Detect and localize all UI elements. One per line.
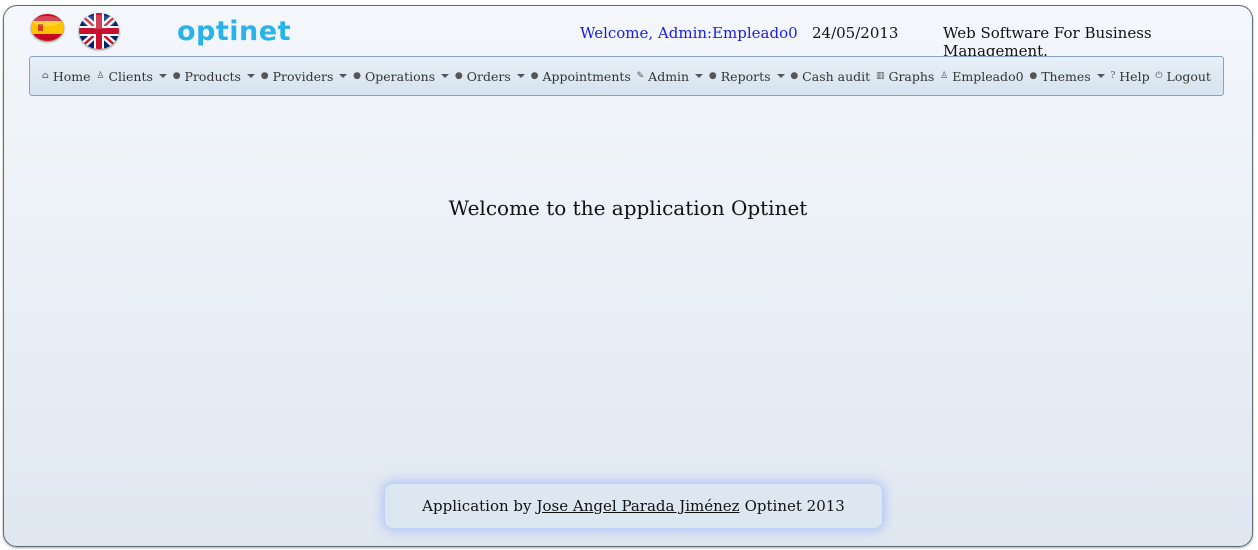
- home-icon: ⌂: [42, 71, 49, 81]
- nav-reports[interactable]: ● Reports: [709, 69, 785, 84]
- chevron-down-icon: [246, 74, 255, 78]
- nav-clients[interactable]: ♙ Clients: [96, 69, 167, 84]
- nav-products[interactable]: ● Products: [173, 69, 255, 84]
- nav-label: Themes: [1041, 68, 1091, 84]
- nav-user-profile[interactable]: ♙ Empleado0: [940, 69, 1023, 84]
- nav-label: Logout: [1166, 68, 1211, 84]
- welcome-text: Welcome, Admin:Empleado0: [580, 24, 798, 42]
- nav-orders[interactable]: ● Orders: [455, 69, 525, 84]
- chart-icon: ▥: [875, 71, 885, 81]
- bullet-icon: ●: [790, 71, 799, 81]
- nav-admin[interactable]: ✎ Admin: [636, 68, 704, 84]
- chevron-down-icon: [695, 74, 704, 78]
- nav-label: Home: [52, 68, 91, 84]
- help-icon: ?: [1110, 71, 1116, 81]
- bullet-icon: ●: [530, 71, 539, 81]
- nav-label: Operations: [365, 68, 436, 84]
- bullet-icon: ●: [708, 71, 717, 81]
- nav-label: Reports: [720, 68, 771, 84]
- nav-graphs[interactable]: ▥ Graphs: [876, 69, 934, 84]
- chevron-down-icon: [158, 74, 167, 78]
- bullet-icon: ●: [260, 71, 269, 81]
- nav-label: Providers: [272, 68, 334, 84]
- nav-themes[interactable]: ● Themes: [1029, 68, 1105, 84]
- bullet-icon: ●: [353, 71, 362, 81]
- bullet-icon: ●: [1029, 71, 1038, 81]
- chevron-down-icon: [776, 74, 785, 78]
- nav-label: Help: [1119, 68, 1150, 84]
- nav-label: Clients: [108, 68, 153, 84]
- current-date: 24/05/2013: [812, 24, 899, 42]
- nav-operations[interactable]: ● Operations: [353, 68, 450, 84]
- nav-label: Empleado0: [952, 68, 1024, 84]
- tagline: Web Software For Business Management.: [943, 24, 1152, 60]
- wrench-icon: ✎: [636, 71, 645, 81]
- nav-cash-audit[interactable]: ● Cash audit: [790, 69, 870, 84]
- spanish-flag-icon[interactable]: [31, 14, 64, 41]
- page-title: Welcome to the application Optinet: [448, 196, 808, 220]
- user-icon: ♙: [940, 71, 949, 81]
- bullet-icon: ●: [454, 71, 463, 81]
- chevron-down-icon: [516, 74, 525, 78]
- main-navbar: ⌂ Home ♙ Clients ● Products ● Providers …: [29, 56, 1224, 96]
- footer-suffix: Optinet 2013: [744, 497, 845, 515]
- nav-label: Cash audit: [802, 68, 871, 84]
- nav-appointments[interactable]: ● Appointments: [531, 69, 631, 84]
- author-link[interactable]: Jose Angel Parada Jiménez: [537, 497, 740, 515]
- uk-flag-icon[interactable]: [79, 13, 119, 49]
- nav-logout[interactable]: ⏻ Logout: [1155, 69, 1211, 84]
- nav-label: Products: [184, 68, 241, 84]
- optinet-logo: optinet: [177, 16, 291, 47]
- chevron-down-icon: [339, 74, 348, 78]
- footer-credits: Application by Jose Angel Parada Jiménez…: [385, 484, 882, 528]
- nav-label: Admin: [648, 68, 690, 84]
- nav-home[interactable]: ⌂ Home: [42, 69, 91, 84]
- nav-label: Appointments: [542, 68, 631, 84]
- nav-label: Orders: [466, 68, 511, 84]
- power-icon: ⏻: [1155, 71, 1163, 81]
- chevron-down-icon: [441, 74, 450, 78]
- nav-help[interactable]: ? Help: [1110, 69, 1149, 84]
- user-icon: ♙: [96, 71, 105, 81]
- app-window: optinet Welcome, Admin:Empleado0 24/05/2…: [3, 5, 1253, 547]
- footer-prefix: Application by: [422, 497, 532, 515]
- bullet-icon: ●: [172, 71, 181, 81]
- nav-providers[interactable]: ● Providers: [261, 69, 348, 84]
- chevron-down-icon: [1096, 74, 1105, 78]
- nav-label: Graphs: [888, 68, 935, 84]
